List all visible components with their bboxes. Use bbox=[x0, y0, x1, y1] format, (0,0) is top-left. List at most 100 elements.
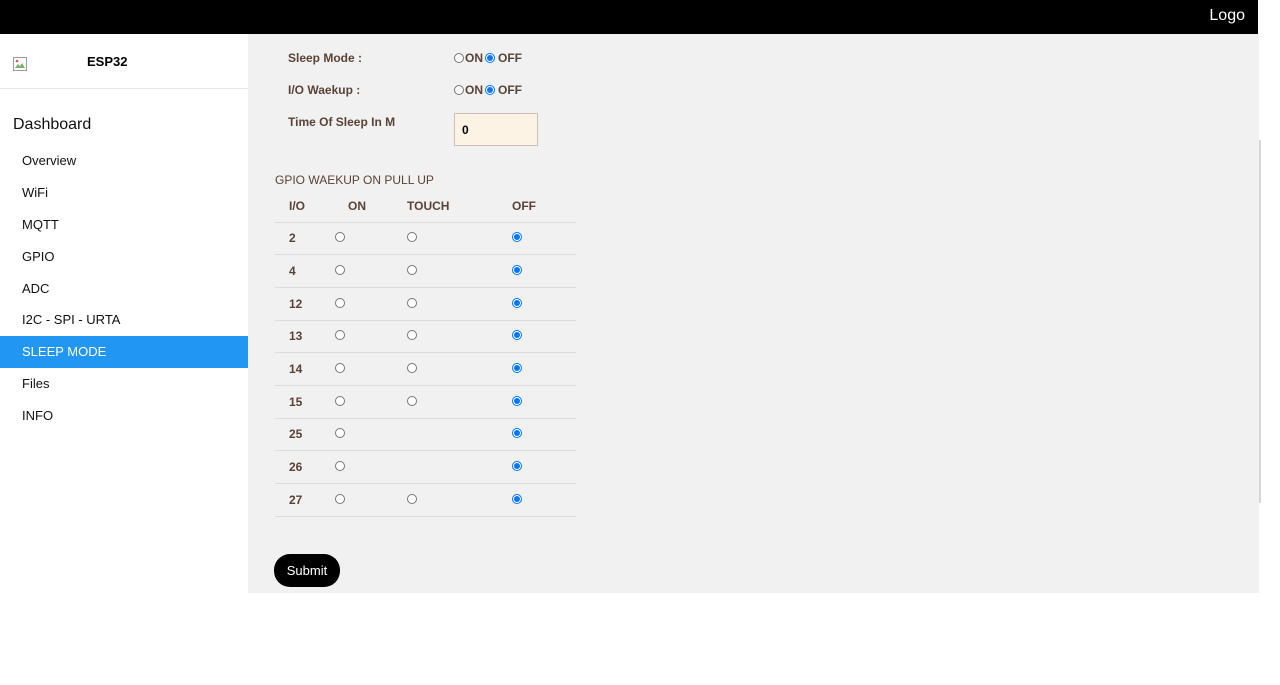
gpio-off-radio[interactable] bbox=[512, 428, 522, 439]
sleep-mode-label: Sleep Mode : bbox=[288, 51, 363, 65]
sidebar-item-gpio[interactable]: GPIO bbox=[0, 241, 248, 273]
gpio-cell-on bbox=[335, 450, 407, 484]
gpio-touch-radio[interactable] bbox=[407, 265, 417, 276]
gpio-cell-touch bbox=[407, 384, 512, 419]
gpio-cell-off bbox=[512, 450, 576, 484]
gpio-on-radio[interactable] bbox=[335, 428, 345, 439]
sidebar: ESP32 Dashboard Overview WiFi MQTT GPIO … bbox=[0, 34, 248, 685]
broken-image-icon bbox=[13, 57, 27, 71]
column-header-io: I/O bbox=[289, 198, 306, 213]
gpio-cell-touch bbox=[407, 319, 512, 353]
gpio-cell-touch bbox=[407, 483, 512, 517]
gpio-section-title: GPIO WAEKUP ON PULL UP bbox=[275, 173, 434, 187]
sidebar-item-mqtt[interactable]: MQTT bbox=[0, 209, 248, 241]
gpio-pin-number: 4 bbox=[275, 254, 335, 288]
gpio-pin-number: 25 bbox=[275, 417, 335, 451]
submit-button[interactable]: Submit bbox=[274, 554, 340, 587]
column-header-off: OFF bbox=[512, 198, 536, 213]
table-header-row: I/O ON TOUCH OFF bbox=[275, 190, 576, 222]
table-row: 4 bbox=[275, 254, 576, 288]
sidebar-item-files[interactable]: Files bbox=[0, 368, 248, 400]
sleep-mode-on-label: ON bbox=[465, 51, 483, 65]
gpio-touch-radio[interactable] bbox=[407, 363, 417, 374]
gpio-on-radio[interactable] bbox=[335, 461, 345, 472]
gpio-touch-radio[interactable] bbox=[407, 297, 417, 308]
io-wakeup-on-radio[interactable] bbox=[454, 85, 464, 95]
gpio-off-radio[interactable] bbox=[512, 265, 522, 276]
table-row: 12 bbox=[275, 286, 576, 321]
table-row: 26 bbox=[275, 450, 576, 484]
gpio-cell-on bbox=[335, 352, 407, 386]
gpio-touch-radio[interactable] bbox=[407, 330, 417, 341]
gpio-on-radio[interactable] bbox=[335, 265, 345, 276]
gpio-pin-number: 27 bbox=[275, 483, 335, 517]
gpio-cell-off bbox=[512, 221, 576, 255]
gpio-on-radio[interactable] bbox=[335, 330, 345, 341]
gpio-cell-touch bbox=[407, 221, 512, 255]
table-row: 15 bbox=[275, 384, 576, 419]
gpio-off-radio[interactable] bbox=[512, 363, 522, 374]
gpio-cell-on bbox=[335, 417, 407, 451]
sleep-time-input[interactable] bbox=[454, 113, 538, 146]
column-header-touch: TOUCH bbox=[407, 198, 450, 213]
gpio-touch-radio[interactable] bbox=[407, 395, 417, 406]
gpio-cell-off bbox=[512, 286, 576, 321]
gpio-on-radio[interactable] bbox=[335, 493, 345, 504]
sidebar-item-sleep-mode[interactable]: SLEEP MODE bbox=[0, 336, 248, 369]
table-row: 13 bbox=[275, 319, 576, 353]
brand-name: ESP32 bbox=[87, 54, 128, 69]
gpio-cell-on bbox=[335, 384, 407, 419]
table-row: 25 bbox=[275, 417, 576, 451]
gpio-touch-radio[interactable] bbox=[407, 493, 417, 504]
gpio-cell-touch bbox=[407, 450, 512, 484]
gpio-off-radio[interactable] bbox=[512, 232, 522, 243]
gpio-on-radio[interactable] bbox=[335, 395, 345, 406]
logo[interactable]: Logo bbox=[1209, 7, 1245, 25]
sleep-mode-off-label: OFF bbox=[498, 51, 522, 65]
main-content: Sleep Mode : ON OFF I/O Waekup : ON OFF … bbox=[248, 34, 1259, 593]
io-wakeup-options: ON OFF bbox=[454, 83, 522, 97]
gpio-cell-off bbox=[512, 417, 576, 451]
gpio-on-radio[interactable] bbox=[335, 297, 345, 308]
gpio-cell-on bbox=[335, 319, 407, 353]
io-wakeup-off-label: OFF bbox=[498, 83, 522, 97]
sleep-mode-on-radio[interactable] bbox=[454, 53, 464, 63]
sidebar-item-overview[interactable]: Overview bbox=[0, 145, 248, 177]
gpio-off-radio[interactable] bbox=[512, 461, 522, 472]
gpio-touch-radio[interactable] bbox=[407, 232, 417, 243]
gpio-cell-off bbox=[512, 384, 576, 419]
gpio-wakeup-table: I/O ON TOUCH OFF 2 4 12 13 14 15 25 26 27 bbox=[275, 190, 576, 517]
table-row: 14 bbox=[275, 352, 576, 386]
table-row: 27 bbox=[275, 483, 576, 517]
sleep-mode-off-radio[interactable] bbox=[485, 53, 495, 63]
sleep-mode-options: ON OFF bbox=[454, 51, 522, 65]
gpio-off-radio[interactable] bbox=[512, 297, 522, 308]
gpio-pin-number: 12 bbox=[275, 286, 335, 321]
gpio-on-radio[interactable] bbox=[335, 232, 345, 243]
gpio-off-radio[interactable] bbox=[512, 493, 522, 504]
brand: ESP32 bbox=[0, 34, 248, 89]
dashboard-title: Dashboard bbox=[13, 116, 92, 133]
sidebar-item-i2c-spi-urta[interactable]: I2C - SPI - URTA bbox=[0, 304, 248, 336]
gpio-pin-number: 14 bbox=[275, 352, 335, 386]
gpio-cell-off bbox=[512, 254, 576, 288]
sidebar-item-wifi[interactable]: WiFi bbox=[0, 177, 248, 209]
gpio-cell-on bbox=[335, 483, 407, 517]
io-wakeup-label: I/O Waekup : bbox=[288, 83, 361, 97]
io-wakeup-on-label: ON bbox=[465, 83, 483, 97]
gpio-cell-on bbox=[335, 221, 407, 255]
gpio-pin-number: 2 bbox=[275, 221, 335, 255]
gpio-on-radio[interactable] bbox=[335, 363, 345, 374]
gpio-off-radio[interactable] bbox=[512, 395, 522, 406]
gpio-cell-on bbox=[335, 254, 407, 288]
gpio-cell-off bbox=[512, 319, 576, 353]
sidebar-nav: Overview WiFi MQTT GPIO ADC I2C - SPI - … bbox=[0, 145, 248, 432]
sidebar-item-info[interactable]: INFO bbox=[0, 400, 248, 432]
gpio-cell-touch bbox=[407, 254, 512, 288]
gpio-cell-touch bbox=[407, 352, 512, 386]
gpio-cell-touch bbox=[407, 417, 512, 451]
io-wakeup-off-radio[interactable] bbox=[485, 85, 495, 95]
sidebar-item-adc[interactable]: ADC bbox=[0, 273, 248, 305]
gpio-pin-number: 15 bbox=[275, 384, 335, 419]
gpio-off-radio[interactable] bbox=[512, 330, 522, 341]
